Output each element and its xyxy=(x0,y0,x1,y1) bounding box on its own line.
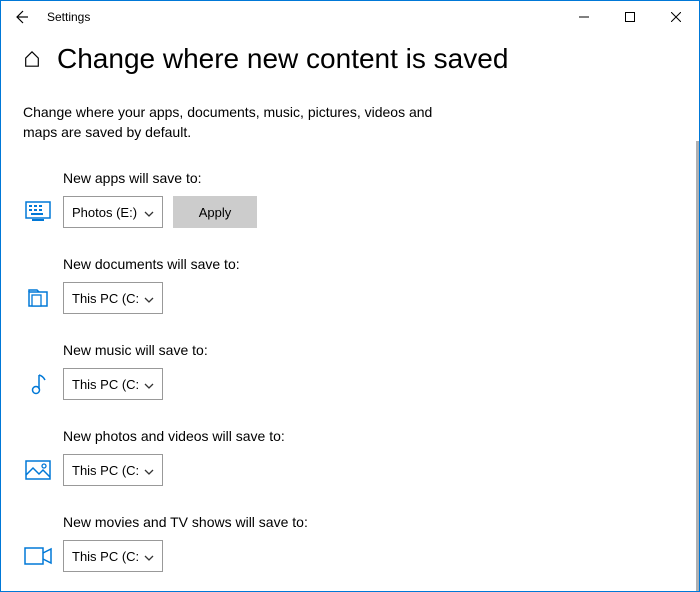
close-button[interactable] xyxy=(653,1,699,33)
documents-location-value: This PC (C:) xyxy=(72,291,138,306)
setting-apps: New apps will save to: Photos (E:) Apply xyxy=(23,170,677,228)
setting-documents-label: New documents will save to: xyxy=(23,256,677,272)
photos-location-dropdown[interactable]: This PC (C:) xyxy=(63,454,163,486)
apps-icon xyxy=(23,201,53,223)
movies-icon xyxy=(23,547,53,565)
apps-location-dropdown[interactable]: Photos (E:) xyxy=(63,196,163,228)
documents-location-dropdown[interactable]: This PC (C:) xyxy=(63,282,163,314)
app-name: Settings xyxy=(47,10,90,24)
music-location-dropdown[interactable]: This PC (C:) xyxy=(63,368,163,400)
movies-location-dropdown[interactable]: This PC (C:) xyxy=(63,540,163,572)
apps-location-value: Photos (E:) xyxy=(72,205,138,220)
chevron-down-icon xyxy=(144,205,154,220)
setting-apps-label: New apps will save to: xyxy=(23,170,677,186)
chevron-down-icon xyxy=(144,463,154,478)
chevron-down-icon xyxy=(144,291,154,306)
page-title: Change where new content is saved xyxy=(57,43,508,75)
setting-movies-label: New movies and TV shows will save to: xyxy=(23,514,677,530)
minimize-button[interactable] xyxy=(561,1,607,33)
movies-location-value: This PC (C:) xyxy=(72,549,138,564)
maximize-button[interactable] xyxy=(607,1,653,33)
apps-apply-button[interactable]: Apply xyxy=(173,196,257,228)
photos-icon xyxy=(23,460,53,480)
window-controls xyxy=(561,1,699,33)
documents-icon xyxy=(23,287,53,309)
home-icon[interactable] xyxy=(23,50,41,68)
vertical-scrollbar[interactable] xyxy=(696,141,699,591)
titlebar: Settings xyxy=(1,1,699,33)
content-area: Change where new content is saved Change… xyxy=(1,33,699,591)
music-icon xyxy=(23,372,53,396)
page-description: Change where your apps, documents, music… xyxy=(23,103,453,142)
setting-documents: New documents will save to: This PC (C:) xyxy=(23,256,677,314)
chevron-down-icon xyxy=(144,377,154,392)
photos-location-value: This PC (C:) xyxy=(72,463,138,478)
setting-movies: New movies and TV shows will save to: Th… xyxy=(23,514,677,572)
setting-photos-label: New photos and videos will save to: xyxy=(23,428,677,444)
music-location-value: This PC (C:) xyxy=(72,377,138,392)
setting-music: New music will save to: This PC (C:) xyxy=(23,342,677,400)
back-button[interactable] xyxy=(7,3,35,31)
setting-music-label: New music will save to: xyxy=(23,342,677,358)
setting-photos: New photos and videos will save to: This… xyxy=(23,428,677,486)
chevron-down-icon xyxy=(144,549,154,564)
